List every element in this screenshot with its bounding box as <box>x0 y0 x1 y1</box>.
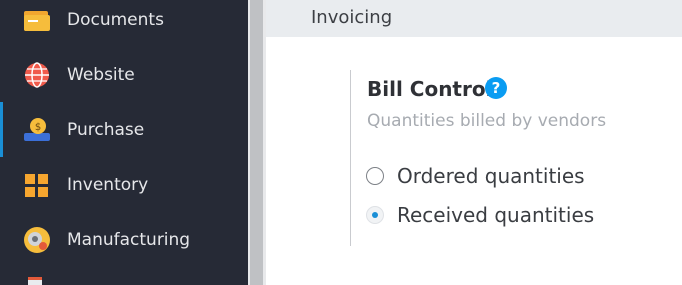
radio-button-selected[interactable] <box>366 206 384 224</box>
svg-text:$: $ <box>35 122 41 133</box>
next-app-icon <box>28 277 42 285</box>
radio-button[interactable] <box>366 167 384 185</box>
sidebar-item-inventory[interactable]: Inventory <box>0 157 248 212</box>
folder-icon <box>24 10 50 31</box>
purchase-icon: $ <box>24 117 50 141</box>
radio-label[interactable]: Received quantities <box>397 203 594 227</box>
sidebar-item-label: Website <box>67 64 135 85</box>
setting-title: Bill Control <box>367 77 493 101</box>
radio-option-ordered[interactable]: Ordered quantities <box>366 163 585 189</box>
scrollbar-thumb[interactable] <box>250 0 263 285</box>
help-icon[interactable]: ? <box>485 77 507 99</box>
section-title: Invoicing <box>311 7 393 28</box>
setting-description: Quantities billed by vendors <box>367 111 607 131</box>
boxes-icon <box>25 173 48 197</box>
sidebar-item-website[interactable]: Website <box>0 47 248 102</box>
sidebar-item-documents[interactable]: Documents <box>0 0 248 47</box>
gear-icon <box>24 226 50 253</box>
radio-label[interactable]: Ordered quantities <box>397 164 585 188</box>
sidebar-item-label: Inventory <box>67 174 149 195</box>
sidebar-item-manufacturing[interactable]: Manufacturing <box>0 212 248 267</box>
sidebar-item-label: Purchase <box>67 119 145 140</box>
sidebar-item-label: Documents <box>67 9 164 30</box>
app-sidebar: Documents Website $ Purchase Inventory M… <box>0 0 248 285</box>
sidebar-item-purchase[interactable]: $ Purchase <box>0 102 248 157</box>
globe-icon <box>25 61 49 88</box>
setting-divider <box>350 70 351 246</box>
sidebar-item-label: Manufacturing <box>67 229 191 250</box>
radio-option-received[interactable]: Received quantities <box>366 202 594 228</box>
